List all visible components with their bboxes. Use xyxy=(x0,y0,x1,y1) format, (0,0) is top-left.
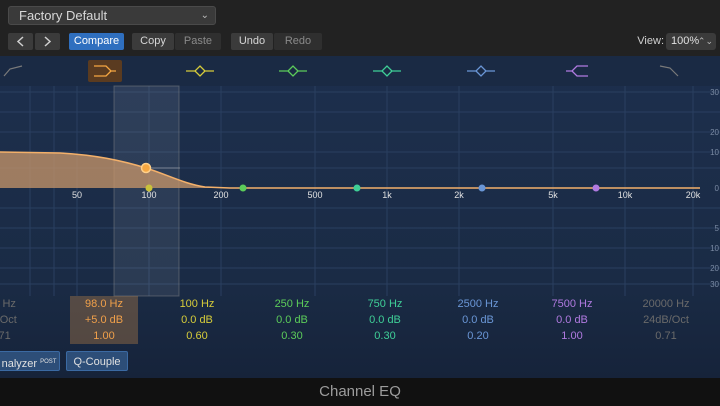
band-q[interactable]: 1.00 xyxy=(537,328,607,344)
chevron-down-icon: ⌄ xyxy=(200,10,209,21)
band-q[interactable]: 0.71 xyxy=(631,328,701,344)
analyzer-button[interactable]: nalyzer POST xyxy=(0,351,60,371)
band-4-handle[interactable] xyxy=(239,184,247,192)
next-preset-button[interactable] xyxy=(35,33,60,50)
band-freq[interactable]: 750 Hz xyxy=(350,296,420,312)
band-gain[interactable]: 0.0 dB xyxy=(350,312,420,328)
band-gain[interactable]: 24dB/Oct xyxy=(631,312,701,328)
band-8-params[interactable]: 20000 Hz 24dB/Oct 0.71 xyxy=(631,296,701,344)
view-zoom-select[interactable]: 100% ⌃⌄ xyxy=(666,33,716,50)
band-gain[interactable]: 0.0 dB xyxy=(443,312,513,328)
eq-graph[interactable]: 50 100 200 500 1k 2k 5k 10k 20k 30 20 10… xyxy=(0,56,720,378)
preset-name: Factory Default xyxy=(19,8,108,23)
band-q[interactable]: 0.30 xyxy=(257,328,327,344)
freq-label: 50 xyxy=(72,190,82,200)
band-7-handle[interactable] xyxy=(592,184,600,192)
band-2-handle[interactable] xyxy=(140,162,152,174)
db-label: 30 xyxy=(710,88,719,97)
q-couple-button[interactable]: Q-Couple xyxy=(66,351,128,371)
band-2-params[interactable]: 98.0 Hz +5.0 dB 1.00 xyxy=(70,296,138,344)
freq-label: 5k xyxy=(548,190,558,200)
eq-curve-fill xyxy=(0,152,700,188)
freq-label: 100 xyxy=(141,190,156,200)
band-q[interactable]: 0.71 xyxy=(0,328,35,344)
analyzer-label: nalyzer xyxy=(1,358,38,370)
band-freq[interactable]: 98.0 Hz xyxy=(70,296,138,312)
db-label: 0 xyxy=(715,184,720,193)
chevron-right-icon xyxy=(44,36,52,47)
band-freq[interactable]: 2500 Hz xyxy=(443,296,513,312)
plugin-title: Channel EQ xyxy=(0,378,720,406)
view-zoom-value: 100% xyxy=(671,35,700,47)
freq-label: 200 xyxy=(213,190,228,200)
db-label: 10 xyxy=(710,244,719,253)
copy-button[interactable]: Copy xyxy=(132,33,174,50)
band-q[interactable]: 0.20 xyxy=(443,328,513,344)
freq-label: 20k xyxy=(686,190,701,200)
band-freq[interactable]: 0.0 Hz xyxy=(0,296,35,312)
db-label: 20 xyxy=(710,264,719,273)
band-3-params[interactable]: 100 Hz 0.0 dB 0.60 xyxy=(162,296,232,344)
paste-button[interactable]: Paste xyxy=(175,33,221,50)
band-gain[interactable]: 0.0 dB xyxy=(162,312,232,328)
band-q[interactable]: 0.30 xyxy=(350,328,420,344)
low-shelf-icon[interactable] xyxy=(88,60,122,82)
band-6-params[interactable]: 2500 Hz 0.0 dB 0.20 xyxy=(443,296,513,344)
band-gain[interactable]: dB/Oct xyxy=(0,312,35,328)
band-7-params[interactable]: 7500 Hz 0.0 dB 1.00 xyxy=(537,296,607,344)
band-freq[interactable]: 250 Hz xyxy=(257,296,327,312)
band-6-handle[interactable] xyxy=(478,184,486,192)
freq-label: 500 xyxy=(307,190,322,200)
freq-label: 2k xyxy=(454,190,464,200)
band-parameters: 0.0 Hz dB/Oct 0.71 98.0 Hz +5.0 dB 1.00 … xyxy=(0,296,720,344)
freq-label: 10k xyxy=(618,190,633,200)
band-q[interactable]: 1.00 xyxy=(70,328,138,344)
band-5-handle[interactable] xyxy=(353,184,361,192)
freq-label: 1k xyxy=(382,190,392,200)
band-5-params[interactable]: 750 Hz 0.0 dB 0.30 xyxy=(350,296,420,344)
band-freq[interactable]: 20000 Hz xyxy=(631,296,701,312)
view-label: View: xyxy=(637,35,664,47)
chevron-left-icon xyxy=(16,36,24,47)
frequency-grid xyxy=(0,86,720,296)
analyzer-post-badge: POST xyxy=(40,359,57,365)
db-label: 30 xyxy=(710,280,719,289)
band-gain[interactable]: +5.0 dB xyxy=(70,312,138,328)
db-label: 5 xyxy=(715,224,720,233)
db-label: 10 xyxy=(710,148,719,157)
band-freq[interactable]: 100 Hz xyxy=(162,296,232,312)
previous-preset-button[interactable] xyxy=(8,33,33,50)
compare-button[interactable]: Compare xyxy=(69,33,124,50)
undo-button[interactable]: Undo xyxy=(231,33,273,50)
db-label: 20 xyxy=(710,128,719,137)
band-1-params[interactable]: 0.0 Hz dB/Oct 0.71 xyxy=(0,296,35,344)
stepper-icon: ⌃⌄ xyxy=(697,36,713,46)
band-freq[interactable]: 7500 Hz xyxy=(537,296,607,312)
preset-dropdown[interactable]: Factory Default ⌄ xyxy=(8,6,216,25)
band-gain[interactable]: 0.0 dB xyxy=(537,312,607,328)
band-4-params[interactable]: 250 Hz 0.0 dB 0.30 xyxy=(257,296,327,344)
redo-button[interactable]: Redo xyxy=(274,33,322,50)
band-gain[interactable]: 0.0 dB xyxy=(257,312,327,328)
band-q[interactable]: 0.60 xyxy=(162,328,232,344)
plugin-header: Factory Default ⌄ Compare Copy Paste Und… xyxy=(0,0,720,56)
